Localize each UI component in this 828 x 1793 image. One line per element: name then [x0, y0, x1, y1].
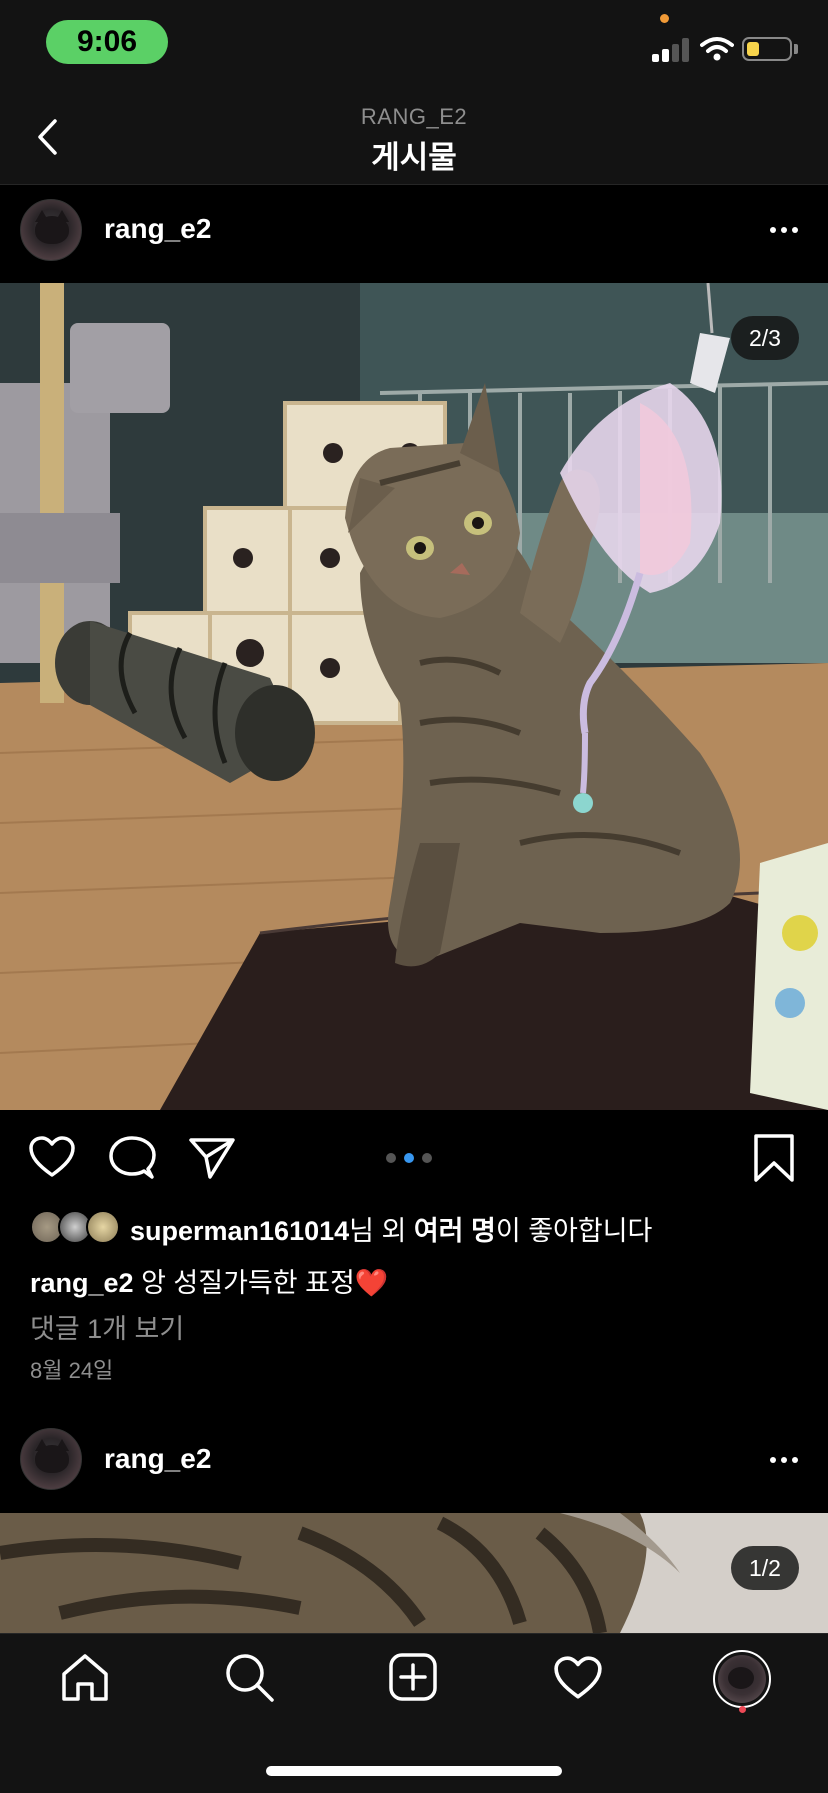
profile-avatar-tab[interactable]: [713, 1650, 771, 1708]
privacy-indicator-dot: [660, 14, 669, 23]
post-caption: rang_e2 앙 성질가득한 표정❤️: [30, 1261, 388, 1300]
caption-username[interactable]: rang_e2: [30, 1268, 134, 1298]
carousel-dot: [386, 1153, 396, 1163]
likes-others[interactable]: 여러 명: [414, 1216, 496, 1246]
home-icon[interactable]: [60, 1652, 110, 1702]
image-counter-badge: 2/3: [731, 316, 799, 360]
likes-suffix-1: 님 외: [349, 1216, 414, 1246]
status-time: 9:06: [46, 20, 168, 64]
carousel-dot-active: [404, 1153, 414, 1163]
save-bookmark-icon[interactable]: [752, 1133, 796, 1183]
post-avatar[interactable]: [20, 1428, 82, 1490]
heart-emoji: ❤️: [354, 1268, 389, 1298]
post-photo[interactable]: [0, 1513, 828, 1633]
cat-photo-illustration: [0, 1513, 828, 1633]
wifi-icon: [700, 37, 734, 61]
home-indicator[interactable]: [266, 1766, 562, 1776]
carousel-indicator: [386, 1153, 432, 1163]
search-icon[interactable]: [224, 1652, 276, 1704]
post-photo[interactable]: [0, 283, 828, 1110]
header-subtitle: RANG_E2: [360, 104, 468, 129]
cat-photo-illustration: [0, 283, 828, 1110]
image-counter-badge: 1/2: [731, 1546, 799, 1590]
add-post-icon[interactable]: [388, 1652, 438, 1702]
like-heart-icon[interactable]: [28, 1135, 76, 1179]
post-username[interactable]: rang_e2: [104, 213, 211, 245]
activity-heart-icon[interactable]: [553, 1655, 603, 1701]
caption-text: 앙 성질가득한 표정: [133, 1268, 355, 1298]
liker-username[interactable]: superman161014: [130, 1216, 349, 1246]
likes-summary[interactable]: superman161014님 외 여러 명이 좋아합니다: [130, 1209, 652, 1248]
more-options-icon[interactable]: [770, 1457, 798, 1463]
share-send-icon[interactable]: [188, 1136, 236, 1180]
comment-icon[interactable]: [108, 1135, 156, 1181]
more-options-icon[interactable]: [770, 227, 798, 233]
battery-nub: [794, 44, 798, 54]
liker-avatars[interactable]: [30, 1210, 120, 1246]
post-date: 8월 24일: [30, 1358, 114, 1383]
post-avatar[interactable]: [20, 199, 82, 261]
liker-avatar: [86, 1210, 120, 1244]
post-username[interactable]: rang_e2: [104, 1443, 211, 1475]
notification-dot: [739, 1706, 746, 1713]
carousel-dot: [422, 1153, 432, 1163]
page-title: 게시물: [371, 140, 457, 175]
battery-icon: [742, 37, 792, 61]
likes-suffix-2: 이 좋아합니다: [495, 1216, 653, 1246]
signal-icon: [652, 38, 690, 62]
view-comments-link[interactable]: 댓글 1개 보기: [30, 1307, 184, 1346]
